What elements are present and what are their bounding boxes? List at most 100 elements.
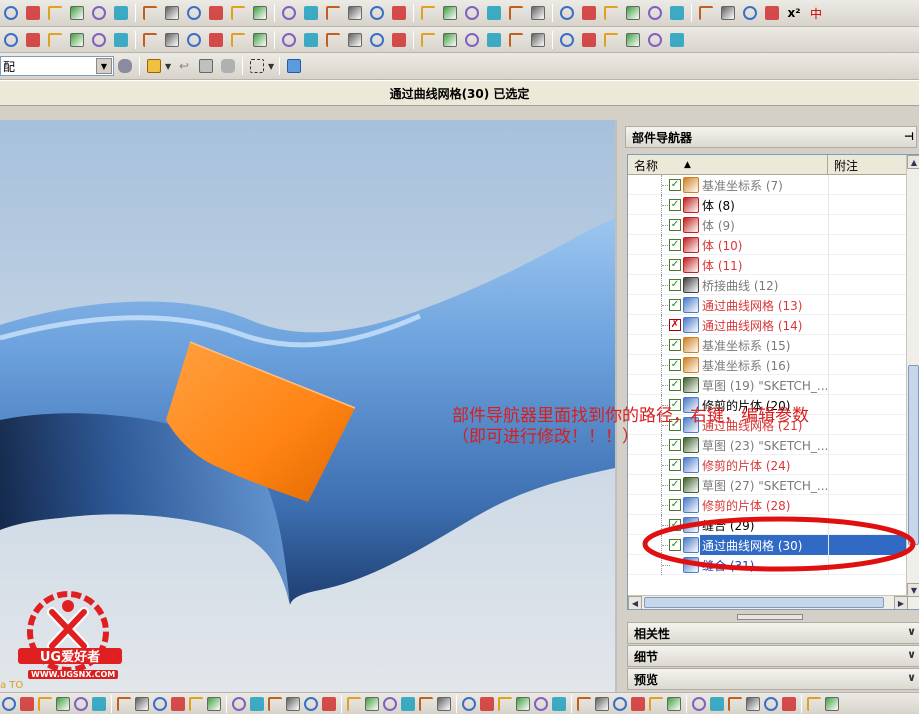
sheet-icon[interactable]	[646, 31, 664, 49]
curve-icon[interactable]	[163, 4, 181, 22]
box-intersect-icon[interactable]	[347, 696, 361, 711]
arc-icon[interactable]	[480, 696, 494, 711]
edit-icon[interactable]	[580, 4, 598, 22]
face-icon[interactable]	[437, 696, 451, 711]
hide-icon[interactable]	[529, 4, 547, 22]
bracket-icon[interactable]	[624, 31, 642, 49]
visibility-checkbox[interactable]: ✓	[669, 299, 681, 311]
sheet-icon[interactable]	[534, 696, 548, 711]
cube-icon[interactable]	[285, 57, 303, 75]
polygon-icon[interactable]	[667, 696, 681, 711]
tree-row[interactable]: ✓ 草图 (19) "SKETCH_...	[628, 375, 908, 395]
visibility-checkbox[interactable]: ✓	[669, 359, 681, 371]
chevron-down-icon[interactable]: ∨	[907, 625, 916, 638]
scroll-left-icon[interactable]: ◀	[628, 596, 642, 609]
sphere-icon[interactable]	[463, 31, 481, 49]
arrow-icon[interactable]	[825, 696, 839, 711]
bridge-icon[interactable]	[368, 4, 386, 22]
solid-icon[interactable]	[485, 31, 503, 49]
tree-row[interactable]: ✓ 修剪的片体 (28)	[628, 495, 908, 515]
horizontal-scrollbar[interactable]: ◀ ▶	[628, 595, 908, 609]
face-icon[interactable]	[529, 31, 547, 49]
polygon-icon[interactable]	[112, 4, 130, 22]
arc-icon[interactable]	[580, 31, 598, 49]
box-offset-icon[interactable]	[250, 696, 264, 711]
rectangle-icon[interactable]	[649, 696, 663, 711]
chevron-down-icon[interactable]: ∨	[907, 648, 916, 661]
part-navigator-header[interactable]: 部件导航器 ⊣	[625, 126, 917, 148]
tree-row[interactable]: ✓ 体 (8)	[628, 195, 908, 215]
offset-icon[interactable]	[807, 696, 821, 711]
extend-icon[interactable]	[324, 4, 342, 22]
circle-center-icon[interactable]	[185, 31, 203, 49]
dependencies-panel[interactable]: 相关性 ∨	[627, 622, 919, 644]
box-chamfer-icon[interactable]	[286, 696, 300, 711]
hand-icon[interactable]	[219, 57, 237, 75]
hand-icon[interactable]	[741, 4, 759, 22]
curve-chamfer-icon[interactable]	[24, 31, 42, 49]
fill-icon[interactable]	[419, 696, 433, 711]
sphere-icon[interactable]	[383, 696, 397, 711]
curve-extra-icon[interactable]	[552, 696, 566, 711]
text-icon[interactable]	[577, 696, 591, 711]
tree-row[interactable]: ✓ 体 (10)	[628, 235, 908, 255]
visibility-checkbox[interactable]: ✓	[669, 479, 681, 491]
tree-row[interactable]: ✓ 基准坐标系 (7)	[628, 175, 908, 195]
tree-row[interactable]: ✓ 修剪的片体 (20)	[628, 395, 908, 415]
box-offset-icon[interactable]	[302, 31, 320, 49]
fill-icon[interactable]	[507, 31, 525, 49]
box-shell-icon[interactable]	[268, 696, 282, 711]
visibility-checkbox[interactable]: ✓	[669, 419, 681, 431]
panel-splitter[interactable]	[737, 614, 803, 620]
arrow-icon[interactable]	[302, 4, 320, 22]
trim-corner-icon[interactable]	[68, 31, 86, 49]
scroll-down-icon[interactable]: ▼	[907, 583, 919, 597]
circle-icon[interactable]	[90, 31, 108, 49]
language-icon[interactable]: 中	[807, 4, 825, 22]
tree-row[interactable]: ✗ 通过曲线网格 (14)	[628, 315, 908, 335]
pen-icon[interactable]	[558, 4, 576, 22]
chevron-down-icon[interactable]: ∨	[907, 671, 916, 684]
box-blend-icon[interactable]	[232, 696, 246, 711]
circle-edit-icon[interactable]	[207, 31, 225, 49]
tree-row[interactable]: ✓ 体 (11)	[628, 255, 908, 275]
box-subtract-icon[interactable]	[390, 31, 408, 49]
ellipse-icon[interactable]	[692, 696, 706, 711]
tree-row[interactable]: ✓ 修剪的片体 (24)	[628, 455, 908, 475]
box-chamfer-icon[interactable]	[346, 31, 364, 49]
cone-icon[interactable]	[207, 4, 225, 22]
column-comment[interactable]: 附注	[828, 155, 908, 175]
point-icon[interactable]	[595, 696, 609, 711]
circle-more-icon[interactable]	[229, 31, 247, 49]
trim-icon[interactable]	[346, 4, 364, 22]
circle-more-icon[interactable]	[189, 696, 203, 711]
point-set-icon[interactable]	[46, 4, 64, 22]
analysis-icon[interactable]	[602, 4, 620, 22]
wave-icon[interactable]	[462, 696, 476, 711]
tree-row[interactable]: ✓ 草图 (23) "SKETCH_...	[628, 435, 908, 455]
box-subtract-icon[interactable]	[322, 696, 336, 711]
line-icon[interactable]	[185, 4, 203, 22]
box-select-icon[interactable]	[248, 57, 266, 75]
circle-center-icon[interactable]	[153, 696, 167, 711]
undo-icon[interactable]: ↩	[175, 57, 193, 75]
spline-icon[interactable]	[498, 696, 512, 711]
box-shell-icon[interactable]	[324, 31, 342, 49]
circle-arc-icon[interactable]	[135, 696, 149, 711]
tree-row[interactable]: ✓ 基准坐标系 (16)	[628, 355, 908, 375]
section-icon[interactable]	[507, 4, 525, 22]
project-icon[interactable]	[419, 4, 437, 22]
rectangle-icon[interactable]	[90, 4, 108, 22]
superscript-icon[interactable]: x²	[785, 4, 803, 22]
blend-icon[interactable]	[441, 4, 459, 22]
selection-filter-dropdown[interactable]: 配 ▼	[0, 56, 114, 76]
column-name[interactable]: 名称 ▲	[628, 155, 828, 175]
pin-icon[interactable]: ⊣	[904, 130, 914, 143]
tree-row[interactable]: ✓ 通过曲线网格 (13)	[628, 295, 908, 315]
circle-tangent-icon[interactable]	[141, 31, 159, 49]
patch-icon[interactable]	[668, 4, 686, 22]
wave-icon[interactable]	[558, 31, 576, 49]
fillet-icon[interactable]	[68, 4, 86, 22]
visibility-checkbox[interactable]: ✓	[669, 219, 681, 231]
visibility-checkbox[interactable]: ✓	[669, 379, 681, 391]
